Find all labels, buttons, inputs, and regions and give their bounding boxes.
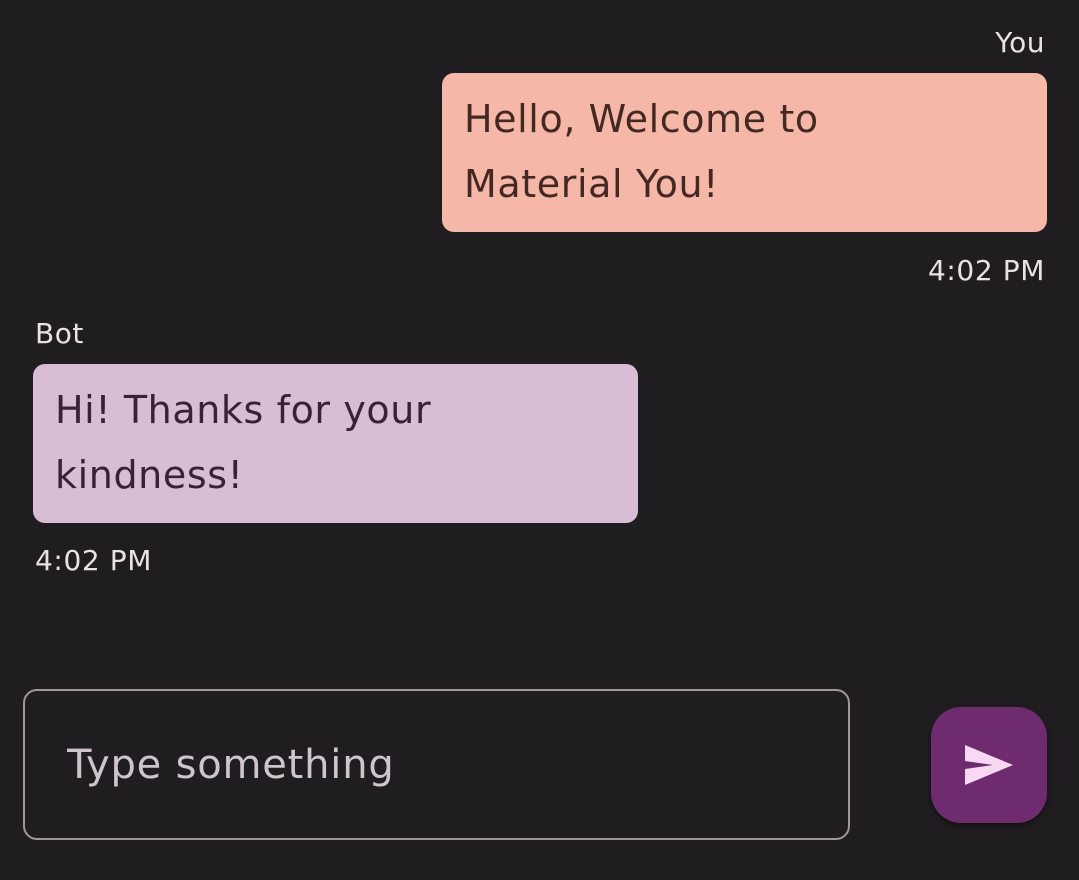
message-input-container[interactable] — [23, 689, 850, 840]
message-bubble-bot[interactable]: Hi! Thanks for your kindness! — [33, 364, 638, 523]
sender-label-you: You — [995, 26, 1045, 59]
message-text-line: kindness! — [55, 453, 244, 497]
message-text-line: Hi! Thanks for your — [55, 388, 432, 432]
chat-screen: You Hello, Welcome to Material You! 4:02… — [0, 0, 1079, 880]
send-button[interactable] — [931, 707, 1047, 823]
message-bubble-you[interactable]: Hello, Welcome to Material You! — [442, 73, 1047, 232]
send-icon — [965, 745, 1013, 785]
message-timestamp-bot: 4:02 PM — [35, 544, 153, 577]
message-text-line: Material You! — [464, 162, 719, 206]
message-text-line: Hello, Welcome to — [464, 97, 819, 141]
message-timestamp-you: 4:02 PM — [927, 254, 1045, 287]
message-input[interactable] — [67, 691, 827, 838]
sender-label-bot: Bot — [35, 317, 84, 350]
